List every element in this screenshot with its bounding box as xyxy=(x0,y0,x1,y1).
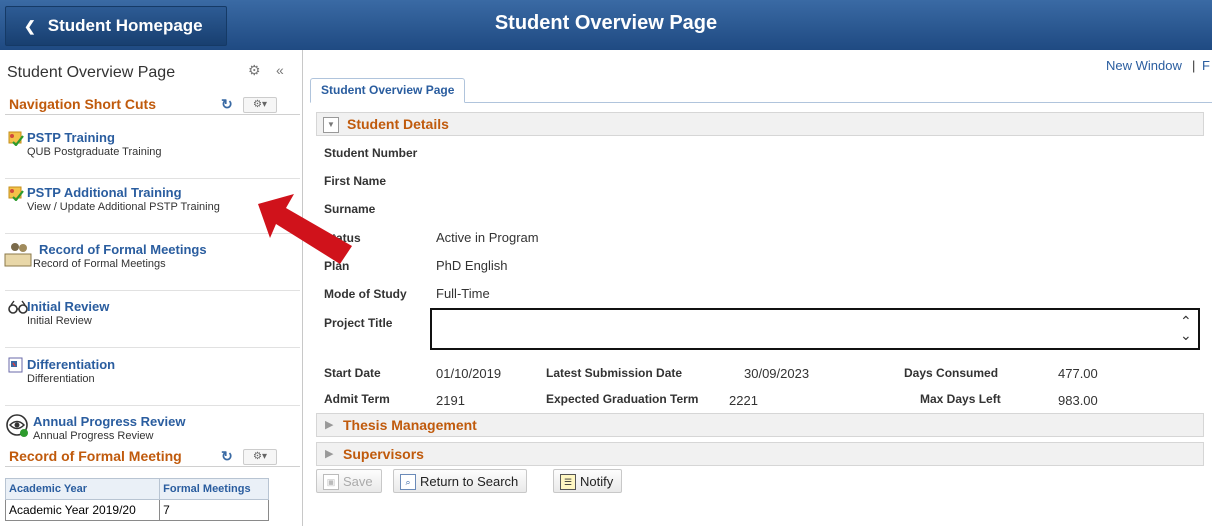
rfm-pagelet-header: Record of Formal Meeting ↻ ⚙▾ xyxy=(5,446,300,467)
sidebar-item-title[interactable]: Annual Progress Review xyxy=(33,414,185,429)
pagelet-options-button[interactable]: ⚙▾ xyxy=(243,449,277,465)
column-header-formal-meetings: Formal Meetings xyxy=(159,478,269,500)
table-header-row: Academic Year Formal Meetings xyxy=(4,478,269,500)
training-icon xyxy=(8,186,24,201)
search-icon: ⌕ xyxy=(400,474,416,490)
sidebar-item-subtitle: Record of Formal Meetings xyxy=(33,258,166,270)
student-details-title: Student Details xyxy=(347,116,449,132)
project-title-label: Project Title xyxy=(324,316,393,330)
refresh-icon[interactable]: ↻ xyxy=(221,96,233,113)
rfm-pagelet-title: Record of Formal Meeting xyxy=(9,448,182,464)
collapse-icon[interactable]: « xyxy=(276,62,284,78)
first-name-label: First Name xyxy=(324,174,387,188)
student-homepage-label: Student Homepage xyxy=(47,16,203,35)
sidebar-item-title[interactable]: PSTP Training xyxy=(27,130,115,145)
sidebar-item-subtitle: Annual Progress Review xyxy=(33,430,154,442)
nav-shortcuts-header: Navigation Short Cuts ↻ ⚙▾ xyxy=(5,94,300,115)
sidebar-item-initial-review[interactable]: Initial Review Initial Review xyxy=(5,291,300,348)
pagelet-options-button[interactable]: ⚙▾ xyxy=(243,97,277,113)
start-date-label: Start Date xyxy=(324,366,381,380)
eye-icon xyxy=(6,414,28,437)
expand-triangle-icon[interactable]: ▶ xyxy=(325,447,333,460)
notify-button[interactable]: ☰ Notify xyxy=(553,469,623,493)
sidebar-item-annual-progress-review[interactable]: Annual Progress Review Annual Progress R… xyxy=(5,406,300,444)
mode-of-study-value: Full-Time xyxy=(436,286,490,301)
save-icon: ▣ xyxy=(323,474,339,490)
return-to-search-button[interactable]: ⌕ Return to Search xyxy=(393,469,528,493)
student-details-section-header[interactable]: ▼ Student Details xyxy=(316,112,1204,136)
status-value: Active in Program xyxy=(436,230,539,245)
meeting-icon xyxy=(4,243,32,267)
student-homepage-button[interactable]: ❮ Student Homepage xyxy=(5,6,227,46)
sidebar-item-pstp-training[interactable]: PSTP Training QUB Postgraduate Training xyxy=(5,122,300,179)
sidebar: Student Overview Page ⚙ « Navigation Sho… xyxy=(0,50,303,526)
supervisors-section-header[interactable]: ▶ Supervisors xyxy=(316,442,1204,466)
sidebar-item-subtitle: Initial Review xyxy=(27,315,92,327)
mode-of-study-label: Mode of Study xyxy=(324,287,407,301)
collapse-toggle-icon[interactable]: ▼ xyxy=(323,117,339,133)
days-consumed-value: 477.00 xyxy=(1058,366,1098,381)
supervisors-title: Supervisors xyxy=(343,446,424,462)
sidebar-item-title[interactable]: Initial Review xyxy=(27,299,109,314)
table-row: Academic Year 2019/20 7 xyxy=(4,499,269,521)
sidebar-item-subtitle: QUB Postgraduate Training xyxy=(27,146,162,158)
training-icon xyxy=(8,131,24,146)
max-days-left-label: Max Days Left xyxy=(920,392,1001,406)
plan-value: PhD English xyxy=(436,258,508,273)
notify-label: Notify xyxy=(580,474,614,489)
top-bar: Student Overview Page ❮ Student Homepage xyxy=(0,0,1212,50)
truncated-link[interactable]: F xyxy=(1202,58,1210,73)
thesis-management-title: Thesis Management xyxy=(343,417,477,433)
expand-triangle-icon[interactable]: ▶ xyxy=(325,418,333,431)
tab-student-overview[interactable]: Student Overview Page xyxy=(310,78,466,103)
latest-submission-value: 30/09/2023 xyxy=(744,366,810,381)
refresh-icon[interactable]: ↻ xyxy=(221,448,233,465)
document-icon xyxy=(8,357,23,373)
sidebar-item-title[interactable]: Differentiation xyxy=(27,357,115,372)
student-number-label: Student Number xyxy=(324,146,418,160)
latest-submission-label: Latest Submission Date xyxy=(546,366,683,380)
table-cell: Academic Year 2019/20 xyxy=(4,499,161,521)
sidebar-item-subtitle: View / Update Additional PSTP Training xyxy=(27,201,220,213)
annotation-arrow-icon xyxy=(258,194,352,264)
expected-graduation-label: Expected Graduation Term xyxy=(546,392,699,406)
expected-graduation-value: 2221 xyxy=(729,393,758,408)
sidebar-item-differentiation[interactable]: Differentiation Differentiation xyxy=(5,349,300,406)
scroll-arrows-icon[interactable]: ⌃ ⌄ xyxy=(1180,314,1192,342)
start-date-value: 01/10/2019 xyxy=(436,366,502,381)
column-header-academic-year: Academic Year xyxy=(4,478,161,500)
thesis-management-section-header[interactable]: ▶ Thesis Management xyxy=(316,413,1204,437)
sidebar-item-subtitle: Differentiation xyxy=(27,373,95,385)
glasses-icon xyxy=(8,300,28,314)
tab-strip: Student Overview Page xyxy=(310,78,1212,103)
sidebar-item-title[interactable]: Record of Formal Meetings xyxy=(39,242,207,257)
save-label: Save xyxy=(343,474,373,489)
notify-icon: ☰ xyxy=(560,474,576,490)
admit-term-label: Admit Term xyxy=(324,392,390,406)
nav-shortcuts-title: Navigation Short Cuts xyxy=(9,96,157,112)
days-consumed-label: Days Consumed xyxy=(904,366,999,380)
chevron-left-icon: ❮ xyxy=(24,17,36,34)
gear-icon[interactable]: ⚙ xyxy=(248,62,261,79)
return-to-search-label: Return to Search xyxy=(420,474,519,489)
max-days-left-value: 983.00 xyxy=(1058,393,1098,408)
table-cell: 7 xyxy=(159,499,269,521)
link-separator: | xyxy=(1192,58,1196,73)
admit-term-value: 2191 xyxy=(436,393,465,408)
sidebar-header: Student Overview Page ⚙ « xyxy=(0,50,302,92)
sidebar-item-title[interactable]: PSTP Additional Training xyxy=(27,185,182,200)
save-button[interactable]: ▣ Save xyxy=(316,469,382,493)
new-window-link[interactable]: New Window xyxy=(1106,58,1182,73)
sidebar-title: Student Overview Page xyxy=(7,64,176,81)
formal-meetings-table: Academic Year Formal Meetings Academic Y… xyxy=(4,478,269,521)
project-title-field[interactable]: ⌃ ⌄ xyxy=(430,308,1200,350)
